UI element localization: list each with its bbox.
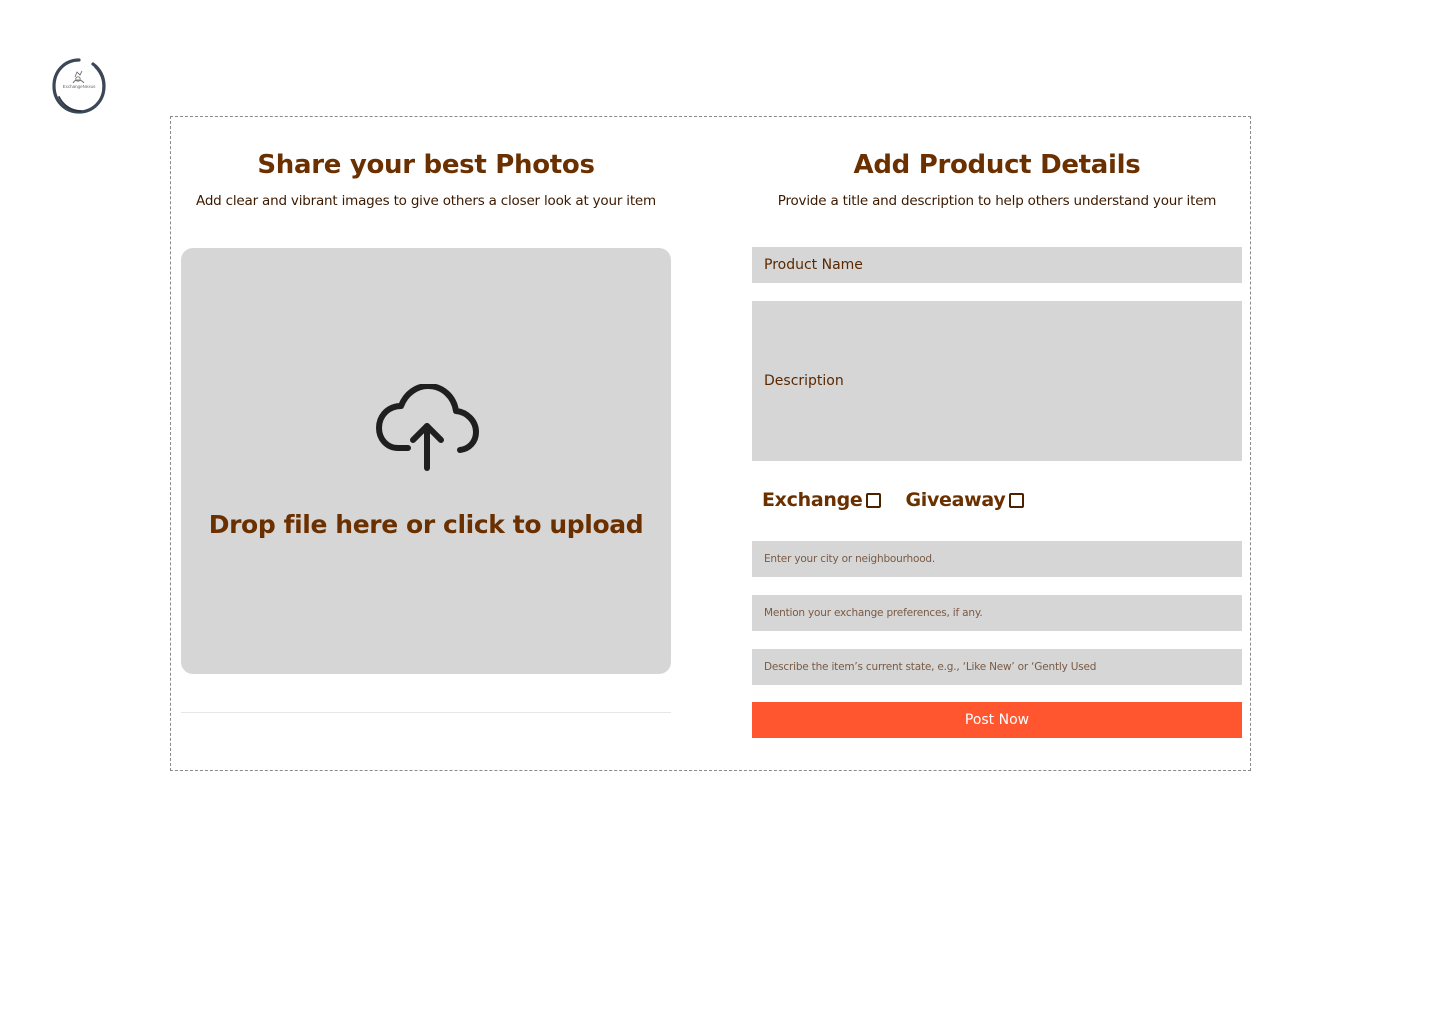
exchange-option[interactable]: Exchange <box>762 489 882 511</box>
condition-field[interactable]: Describe the item’s current state, e.g.,… <box>752 649 1242 685</box>
logo-text: ExchangeNexus <box>62 84 96 89</box>
condition-placeholder: Describe the item’s current state, e.g.,… <box>764 661 1097 673</box>
exchange-checkbox[interactable] <box>866 492 882 508</box>
product-name-field[interactable]: Product Name <box>752 247 1242 283</box>
photo-dropzone[interactable]: Drop file here or click to upload <box>181 248 671 674</box>
giveaway-checkbox[interactable] <box>1009 492 1025 508</box>
post-item-page: ExchangeNexus Share your best Photos Add… <box>0 0 1440 1024</box>
description-field[interactable]: Description <box>752 301 1242 461</box>
divider <box>181 712 671 713</box>
details-subtitle: Provide a title and description to help … <box>777 193 1217 209</box>
listing-type-options: Exchange Giveaway <box>762 486 1025 514</box>
upload-text: Drop file here or click to upload <box>208 510 644 539</box>
description-placeholder: Description <box>764 373 844 389</box>
location-field[interactable]: Enter your city or neighbourhood. <box>752 541 1242 577</box>
photos-title: Share your best Photos <box>257 150 595 180</box>
cloud-upload-icon <box>376 384 479 471</box>
giveaway-label: Giveaway <box>905 489 1006 511</box>
brand-logo[interactable]: ExchangeNexus <box>51 57 107 115</box>
post-now-button[interactable]: Post Now <box>752 702 1242 738</box>
product-name-placeholder: Product Name <box>764 257 863 273</box>
exchange-label: Exchange <box>762 489 863 511</box>
preferences-field[interactable]: Mention your exchange preferences, if an… <box>752 595 1242 631</box>
details-title: Add Product Details <box>853 150 1141 180</box>
giveaway-option[interactable]: Giveaway <box>905 489 1025 511</box>
photos-subtitle: Add clear and vibrant images to give oth… <box>196 193 656 209</box>
preferences-placeholder: Mention your exchange preferences, if an… <box>764 607 983 619</box>
hands-icon <box>72 70 85 84</box>
location-placeholder: Enter your city or neighbourhood. <box>764 553 936 565</box>
